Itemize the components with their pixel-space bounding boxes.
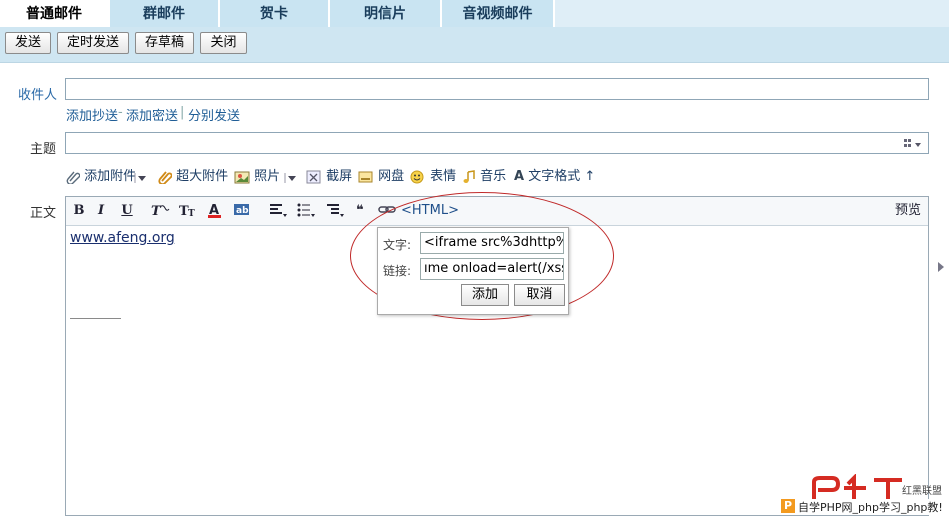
cancel-link-button[interactable]: 取消: [514, 284, 565, 306]
svg-text:ab: ab: [236, 206, 249, 216]
photo-icon: [234, 171, 250, 183]
align-icon[interactable]: [268, 202, 288, 220]
emoji-label: 表情: [430, 169, 457, 184]
watermark: 红黑联盟 P 自学PHP网_php学习_php教!: [776, 474, 949, 521]
svg-text:T: T: [188, 209, 195, 218]
screenshot-button[interactable]: 截屏: [306, 167, 352, 187]
bold-button[interactable]: B: [72, 202, 86, 220]
emoji-button[interactable]: 表情: [410, 167, 456, 187]
highlight-icon[interactable]: ab: [233, 202, 253, 220]
tab-postcard[interactable]: 明信片: [330, 0, 442, 27]
close-button[interactable]: 关闭: [200, 32, 247, 54]
add-link-button[interactable]: 添加: [461, 284, 509, 306]
music-note-icon: [463, 169, 475, 183]
italic-button[interactable]: I: [94, 202, 108, 220]
tab-bar: 普通邮件 群邮件 贺卡 明信片 音视频邮件: [0, 0, 949, 27]
arrow-up-icon: ↑: [584, 169, 596, 184]
indent-icon[interactable]: [325, 202, 345, 220]
big-attachment-button[interactable]: 超大附件: [158, 167, 228, 187]
big-attachment-label: 超大附件: [176, 169, 229, 184]
tab-normal-mail[interactable]: 普通邮件: [0, 0, 110, 27]
link-text-input[interactable]: <iframe src%3dhttp%: [420, 232, 564, 254]
text-format-a-icon: A: [514, 169, 525, 184]
save-draft-button[interactable]: 存草稿: [135, 32, 194, 54]
font-size-icon[interactable]: TT: [178, 202, 198, 220]
watermark-text: 自学PHP网_php学习_php教!: [798, 499, 943, 515]
font-color-icon[interactable]: A: [206, 202, 224, 220]
link-popup: 文字: <iframe src%3dhttp% 链接: ıme onload=a…: [377, 227, 569, 315]
quote-button[interactable]: ❝: [353, 202, 367, 220]
recipient-label: 收件人: [18, 88, 58, 103]
photo-dropdown-icon[interactable]: [284, 167, 298, 187]
right-arrow-icon[interactable]: [936, 261, 946, 273]
subject-label: 主题: [30, 142, 57, 157]
add-attachment-label: 添加附件: [84, 169, 137, 184]
list-icon[interactable]: [296, 202, 316, 220]
watermark-brand: 红黑联盟: [902, 486, 942, 497]
signature-divider: [70, 318, 121, 319]
compose-toolbar: 发送 定时发送 存草稿 关闭: [0, 27, 949, 63]
tab-group-mail[interactable]: 群邮件: [110, 0, 220, 27]
subject-options-icon[interactable]: [904, 138, 922, 150]
preview-button[interactable]: 预览: [894, 202, 922, 220]
separate-send-link[interactable]: 分别发送: [188, 105, 240, 124]
link-separator-dash: -: [118, 105, 123, 120]
screenshot-label: 截屏: [326, 169, 353, 184]
music-button[interactable]: 音乐: [462, 167, 506, 187]
recipient-input[interactable]: [65, 78, 929, 100]
paperclip-icon: [66, 171, 81, 185]
watermark-logo-square: P: [781, 499, 795, 513]
link-url-label: 链接:: [383, 264, 412, 278]
photo-label: 照片: [254, 169, 281, 184]
add-cc-link[interactable]: 添加抄送: [66, 105, 118, 124]
add-bcc-link[interactable]: 添加密送: [126, 105, 178, 124]
subject-input[interactable]: [65, 132, 929, 154]
scissors-icon: [306, 170, 321, 183]
tab-av-mail[interactable]: 音视频邮件: [442, 0, 555, 27]
font-family-icon[interactable]: T: [150, 202, 170, 220]
big-paperclip-icon: [158, 170, 173, 185]
underline-button[interactable]: U: [120, 202, 134, 220]
link-url-input[interactable]: ıme onload=alert(/xss/: [420, 258, 564, 280]
smiley-icon: [410, 170, 424, 183]
send-button[interactable]: 发送: [5, 32, 51, 54]
tab-greeting-card[interactable]: 贺卡: [220, 0, 330, 27]
body-content-link[interactable]: www.afeng.org: [70, 230, 175, 246]
add-attachment-button[interactable]: 添加附件: [66, 167, 136, 187]
scheduled-send-button[interactable]: 定时发送: [57, 32, 129, 54]
netdisk-label: 网盘: [378, 169, 405, 184]
netdisk-button[interactable]: 网盘: [358, 167, 404, 187]
body-label: 正文: [30, 206, 57, 221]
text-format-button[interactable]: A 文字格式 ↑: [514, 167, 595, 187]
link-text-label: 文字:: [383, 238, 412, 252]
link-separator-bar: |: [180, 105, 185, 120]
text-format-label: 文字格式: [528, 169, 581, 184]
disk-icon: [358, 171, 373, 182]
photo-button[interactable]: 照片: [234, 167, 280, 187]
music-label: 音乐: [480, 169, 507, 184]
attachment-dropdown-icon[interactable]: [134, 167, 148, 187]
